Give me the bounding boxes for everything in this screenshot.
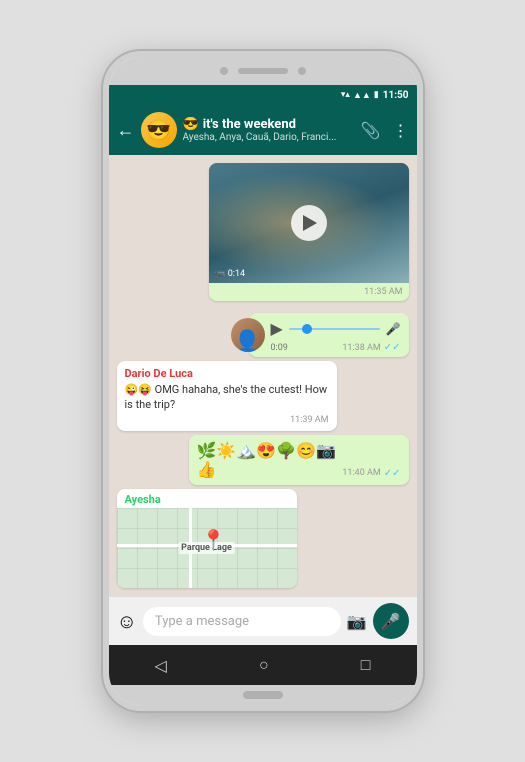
- chat-area: 📹 0:14 11:35 AM 👤 ▶: [109, 155, 417, 597]
- phone-speaker: [238, 68, 288, 74]
- voice-time: 11:38 AM: [342, 343, 380, 353]
- emoji-message: 🌿☀️🏔️😍🌳😊📷👍 11:40 AM ✓✓: [189, 435, 409, 485]
- signal-icon: ▲▲: [353, 90, 371, 101]
- mic-button[interactable]: 🎤: [373, 603, 409, 639]
- emoji-read-icon: ✓✓: [384, 468, 401, 479]
- wifi-icon: ▾▴: [341, 90, 350, 100]
- voice-message-wrapper: 👤 ▶ 🎤 0:09 11:38 AM ✓✓: [249, 313, 409, 357]
- chat-header: ← 😎 😎 it's the weekend Ayesha, Anya, Cau…: [109, 105, 417, 155]
- status-time: 11:50: [383, 90, 409, 101]
- location-message: Ayesha Parque Lage 📍: [117, 489, 297, 588]
- emoji-time: 11:40 AM: [342, 468, 380, 478]
- battery-icon: ▮: [374, 90, 379, 100]
- waveform-track: [289, 328, 380, 330]
- voice-duration: 0:09: [271, 343, 288, 353]
- video-camera-icon: 📹: [215, 269, 226, 279]
- chat-title: 😎 it's the weekend: [183, 117, 355, 132]
- text-message-dario: Dario De Luca 😜😝 OMG hahaha, she's the c…: [117, 361, 337, 431]
- voice-mic-icon: 🎤: [386, 322, 401, 336]
- video-thumbnail: 📹 0:14: [209, 163, 409, 283]
- voice-meta: 11:38 AM ✓✓: [342, 342, 400, 353]
- emoji-content: 🌿☀️🏔️😍🌳😊📷👍: [197, 441, 339, 479]
- voice-message: ▶ 🎤 0:09 11:38 AM ✓✓: [249, 313, 409, 357]
- chat-subtitle: Ayesha, Anya, Cauã, Dario, Franci...: [183, 132, 355, 143]
- phone-bottom-bezel: [109, 685, 417, 705]
- message-time: 11:39 AM: [290, 415, 328, 425]
- waveform-progress: [302, 324, 312, 334]
- header-icons: 📎 ⋮: [361, 121, 409, 140]
- front-camera: [220, 67, 228, 75]
- mic-icon: 🎤: [381, 612, 401, 631]
- voice-avatar: 👤: [231, 318, 265, 352]
- message-text: 😜😝 OMG hahaha, she's the cutest! How is …: [125, 382, 329, 413]
- phone-nav-bar: ◁ ○ □: [109, 645, 417, 685]
- video-duration: 📹 0:14: [215, 269, 246, 279]
- nav-back-button[interactable]: ◁: [155, 656, 167, 675]
- video-time: 11:35 AM: [364, 287, 402, 297]
- location-sender: Ayesha: [117, 489, 297, 508]
- more-options-icon[interactable]: ⋮: [393, 121, 409, 140]
- play-triangle-icon: [303, 215, 317, 231]
- map-pin-icon: 📍: [201, 528, 226, 552]
- front-camera-2: [298, 67, 306, 75]
- location-map: Parque Lage 📍: [117, 508, 297, 588]
- video-meta: 11:35 AM: [209, 283, 409, 301]
- video-message: 📹 0:14 11:35 AM: [209, 163, 409, 301]
- title-emoji1: 😎: [183, 117, 199, 132]
- waveform: [289, 321, 380, 337]
- avatar-emoji: 👤: [234, 332, 261, 352]
- camera-button[interactable]: 📷: [347, 612, 367, 631]
- emoji-picker-button[interactable]: ☺: [117, 609, 137, 634]
- voice-play-icon[interactable]: ▶: [271, 319, 283, 338]
- status-bar: ▾▴ ▲▲ ▮ 11:50: [109, 85, 417, 105]
- message-footer: 11:39 AM: [125, 415, 329, 425]
- header-info: 😎 it's the weekend Ayesha, Anya, Cauã, D…: [183, 117, 355, 143]
- title-text: it's the weekend: [203, 117, 296, 132]
- nav-recent-button[interactable]: □: [361, 655, 371, 675]
- input-placeholder: Type a message: [155, 614, 249, 629]
- status-icons: ▾▴ ▲▲ ▮: [341, 90, 379, 101]
- paperclip-icon[interactable]: 📎: [361, 121, 381, 140]
- message-input[interactable]: Type a message: [143, 607, 341, 636]
- phone-frame: ▾▴ ▲▲ ▮ 11:50 ← 😎 😎 it's the weekend Aye…: [103, 51, 423, 711]
- video-play-button[interactable]: [291, 205, 327, 241]
- emoji-meta: 11:40 AM ✓✓: [342, 468, 400, 479]
- voice-controls: ▶ 🎤: [271, 319, 401, 338]
- back-button[interactable]: ←: [117, 120, 135, 141]
- voice-read-icon: ✓✓: [384, 342, 401, 353]
- input-bar: ☺ Type a message 📷 🎤: [109, 597, 417, 645]
- home-button: [243, 691, 283, 699]
- nav-home-button[interactable]: ○: [259, 655, 269, 675]
- group-avatar: 😎: [141, 112, 177, 148]
- voice-footer: 0:09 11:38 AM ✓✓: [271, 342, 401, 353]
- message-sender: Dario De Luca: [125, 367, 329, 380]
- phone-top-bezel: [109, 57, 417, 85]
